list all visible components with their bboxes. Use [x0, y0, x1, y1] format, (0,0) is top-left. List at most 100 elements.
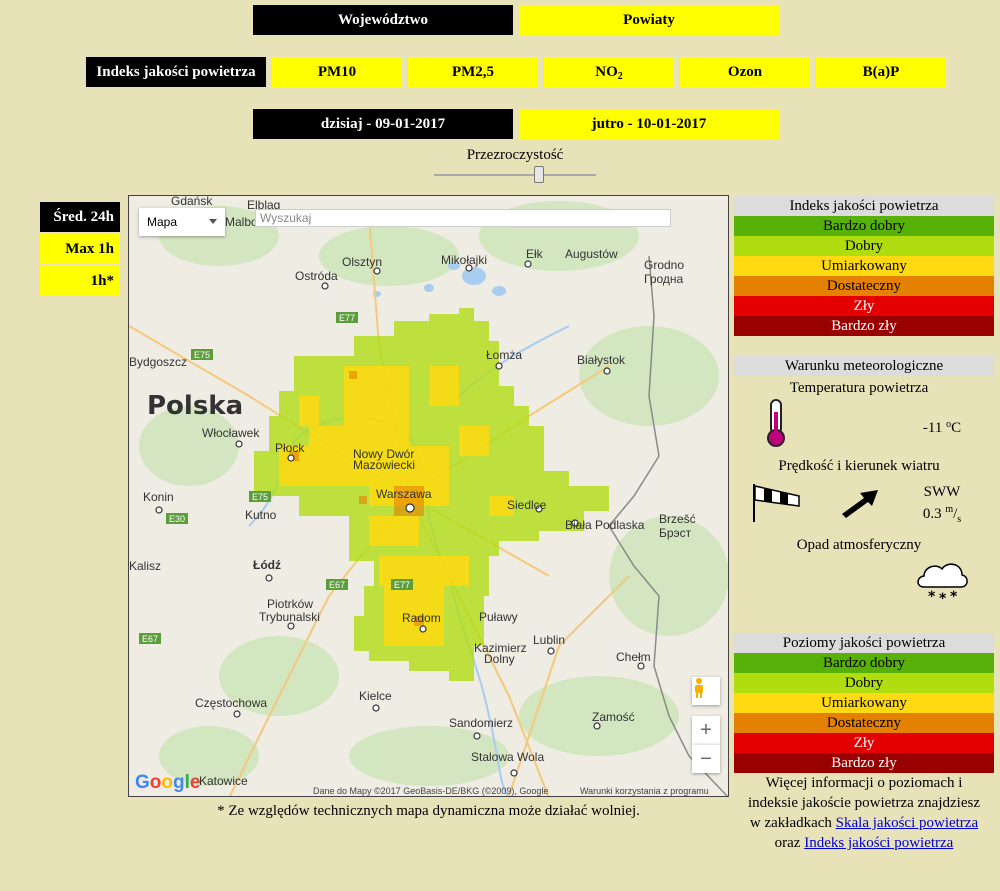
meteo-panel: Warunku meteorologiczne — [734, 356, 994, 376]
aqi-level-good: Dobry — [734, 236, 994, 256]
zoom-out-button[interactable]: − — [692, 744, 720, 773]
temperature-degree: o — [946, 419, 952, 430]
road-e75-north: E75 — [194, 350, 210, 360]
svg-text:*: * — [939, 591, 947, 605]
road-e67-west: E67 — [142, 634, 158, 644]
label-wloclawek: Włocławek — [202, 426, 260, 440]
label-brzesc: Brzešć — [659, 512, 696, 526]
aqi-level-very-good: Bardzo dobry — [734, 216, 994, 236]
aqi-level-bad: Zły — [734, 296, 994, 316]
label-nowy-dwor-2: Mazowiecki — [353, 458, 415, 472]
temperature-number: -11 — [922, 420, 943, 436]
label-chelm: Chełm — [616, 650, 651, 664]
wind-speed-value: 0.3 — [922, 506, 942, 522]
label-radom: Radom — [402, 611, 441, 625]
period-max-1h[interactable]: Max 1h — [40, 234, 120, 264]
label-warszawa: Warszawa — [376, 487, 432, 501]
more-info-line-1: Więcej informacji o poziomach i — [765, 775, 963, 791]
label-kalisz: Kalisz — [129, 559, 161, 573]
label-stalowa-wola: Stalowa Wola — [471, 750, 544, 764]
aqi-legend: Indeks jakości powietrza Bardzo dobry Do… — [734, 196, 994, 336]
no2-subscript: 2 — [617, 70, 623, 82]
more-info-line-2: indeksie jakoście powietrza znajdziesz — [748, 795, 980, 811]
tab-today[interactable]: dzisiaj - 09-01-2017 — [253, 109, 513, 139]
label-czestochowa: Częstochowa — [195, 696, 267, 710]
road-e77-north: E77 — [339, 313, 355, 323]
more-info-line-4: oraz — [774, 835, 801, 851]
aq-level-moderate: Umiarkowany — [734, 693, 994, 713]
map-type-dropdown[interactable]: Mapa — [139, 208, 225, 236]
wind-direction-arrow-icon — [838, 486, 882, 525]
wind-unit-m: m — [945, 504, 954, 515]
air-quality-map[interactable]: E77 E75 E75 E30 E67 E77 E67 Gdańsk Elblą… — [128, 195, 729, 797]
label-lublin: Lublin — [533, 633, 565, 647]
period-avg-24h[interactable]: Śred. 24h — [40, 202, 120, 232]
aq-level-good: Dobry — [734, 673, 994, 693]
tab-pm25[interactable]: PM2,5 — [408, 57, 538, 87]
no2-label: NO — [595, 63, 618, 80]
temperature-label: Temperatura powietrza — [789, 380, 929, 396]
aq-level-sufficient: Dostateczny — [734, 713, 994, 733]
label-poland: Polska — [147, 391, 243, 421]
svg-text:*: * — [950, 589, 958, 605]
label-ostroda: Ostróda — [295, 269, 338, 283]
link-air-quality-index[interactable]: Indeks jakości powietrza — [804, 835, 953, 851]
tab-bap[interactable]: B(a)P — [816, 57, 946, 87]
road-e30: E30 — [169, 514, 185, 524]
wind-unit-s: s — [957, 514, 962, 525]
aqi-level-moderate: Umiarkowany — [734, 256, 994, 276]
label-olsztyn: Olsztyn — [342, 255, 382, 269]
transparency-slider-thumb[interactable] — [534, 166, 545, 183]
tab-tomorrow[interactable]: jutro - 10-01-2017 — [519, 109, 779, 139]
label-piotrkow-2: Trybunalski — [259, 610, 320, 624]
label-grodno: Grodno — [644, 258, 684, 272]
map-type-label: Mapa — [147, 215, 178, 229]
transparency-slider-track[interactable] — [434, 174, 596, 176]
label-kazimierz-2: Dolny — [484, 652, 515, 666]
precipitation-label: Opad atmosferyczny — [796, 537, 922, 553]
windsock-icon — [751, 482, 803, 529]
tab-ozone[interactable]: Ozon — [680, 57, 810, 87]
zoom-in-button[interactable]: + — [692, 716, 720, 744]
label-zamosc: Zamość — [592, 710, 635, 724]
map-search-input[interactable] — [255, 209, 671, 227]
label-plock: Płock — [275, 441, 305, 455]
road-e77-south: E77 — [394, 580, 410, 590]
label-konin: Konin — [143, 490, 174, 504]
label-podlaska: Podlaska — [595, 518, 645, 532]
aqi-legend-title: Indeks jakości powietrza — [734, 196, 994, 216]
label-kielce: Kielce — [359, 689, 392, 703]
road-e75-south: E75 — [252, 492, 268, 502]
label-bialystok: Białystok — [577, 353, 626, 367]
tab-no2[interactable]: NO 2 — [544, 57, 674, 87]
street-view-pegman-icon[interactable] — [692, 677, 720, 705]
thermometer-icon — [762, 398, 790, 453]
aq-levels-title: Poziomy jakości powietrza — [734, 633, 994, 653]
tab-air-quality-index[interactable]: Indeks jakości powietrza — [86, 57, 266, 87]
aqi-level-very-bad: Bardzo zły — [734, 316, 994, 336]
label-brest: Брэст — [659, 526, 692, 540]
label-piotrkow-1: Piotrków — [267, 597, 313, 611]
label-siedlce: Siedlce — [507, 498, 547, 512]
tab-voivodeship[interactable]: Województwo — [253, 5, 513, 35]
wind-direction: SWW — [923, 484, 961, 500]
snow-cloud-icon: * * * — [914, 557, 970, 610]
tab-pm10[interactable]: PM10 — [272, 57, 402, 87]
map-terms-link[interactable]: Warunki korzystania z programu — [580, 786, 709, 796]
label-gdansk: Gdańsk — [171, 196, 213, 208]
svg-text:*: * — [928, 589, 936, 605]
map-attribution: Dane do Mapy ©2017 GeoBasis-DE/BKG (©200… — [313, 786, 549, 796]
temperature-unit: C — [951, 420, 962, 436]
aq-level-very-good: Bardzo dobry — [734, 653, 994, 673]
label-bydgoszcz: Bydgoszcz — [129, 355, 187, 369]
period-1h[interactable]: 1h* — [40, 266, 120, 296]
label-sandomierz: Sandomierz — [449, 716, 513, 730]
label-augustow: Augustów — [565, 247, 618, 261]
label-grodno-cyr: Гродна — [644, 272, 684, 286]
link-air-quality-scale[interactable]: Skala jakości powietrza — [836, 815, 978, 831]
meteo-title: Warunku meteorologiczne — [734, 356, 994, 376]
more-info-text: Więcej informacji o poziomach i indeksie… — [734, 773, 994, 853]
tab-districts[interactable]: Powiaty — [519, 5, 779, 35]
label-elk: Ełk — [526, 247, 544, 261]
label-kutno: Kutno — [245, 508, 277, 522]
